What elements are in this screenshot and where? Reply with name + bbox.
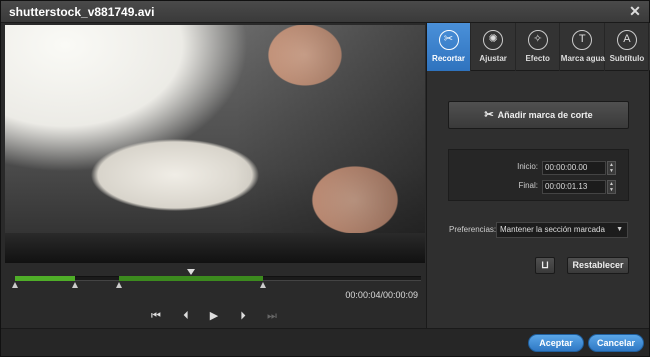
end-label: Final: xyxy=(518,181,538,190)
cut-marker[interactable] xyxy=(260,282,266,288)
title-bar: shutterstock_v881749.avi ✕ xyxy=(1,1,649,23)
tab-ajustar[interactable]: ✺ Ajustar xyxy=(472,23,516,71)
timecode: 00:00:04/00:00:09 xyxy=(345,290,418,300)
trim-window: shutterstock_v881749.avi ✕ 00:00:04/00:0… xyxy=(0,0,650,357)
edit-tabs: ✂ Recortar ✺ Ajustar ✧ Efecto T Marca agua A Subt… xyxy=(427,23,650,71)
playback-controls: ⏮ ⏴ ▶ ⏵ ⏭ xyxy=(1,306,426,328)
time-range-box: Inicio: 00:00:00.00 ▲ ▼ Final: 00:00:01.1… xyxy=(448,149,629,201)
video-bottom xyxy=(5,233,425,263)
accept-button[interactable]: Aceptar xyxy=(528,334,584,352)
kept-segment xyxy=(119,276,263,281)
preferences-value: Mantener la sección marcada xyxy=(500,225,605,234)
scissors-plus-icon: ✂ xyxy=(484,109,494,121)
tab-label: Recortar xyxy=(432,54,465,63)
split-icon: ⊔ xyxy=(541,260,549,271)
tab-label: Subtítulo xyxy=(609,54,645,63)
tab-label: Ajustar xyxy=(479,54,507,63)
cancel-button[interactable]: Cancelar xyxy=(588,334,644,352)
video-preview xyxy=(5,25,425,263)
step-forward-icon[interactable]: ⏵ xyxy=(234,308,252,324)
player-panel: 00:00:04/00:00:09 ⏮ ⏴ ▶ ⏵ ⏭ xyxy=(1,23,426,328)
playhead[interactable] xyxy=(187,269,195,275)
end-time-input[interactable]: 00:00:01.13 xyxy=(542,180,606,194)
cut-marker[interactable] xyxy=(12,282,18,288)
adjust-icon: ✺ xyxy=(483,30,504,50)
cut-marker[interactable] xyxy=(72,282,78,288)
wand-icon: ✧ xyxy=(527,30,548,50)
reset-button[interactable]: Restablecer xyxy=(567,257,629,274)
tab-label: Efecto xyxy=(525,54,550,63)
watermark-icon: T xyxy=(572,30,593,50)
play-icon[interactable]: ▶ xyxy=(205,308,223,324)
edit-panel: ✂ Recortar ✺ Ajustar ✧ Efecto T Marca agua A Subt… xyxy=(426,23,650,328)
tab-efecto[interactable]: ✧ Efecto xyxy=(516,23,561,71)
split-icon-button[interactable]: ⊔ xyxy=(535,257,555,274)
cut-marker[interactable] xyxy=(116,282,122,288)
add-cut-mark-button[interactable]: ✂ Añadir marca de corte xyxy=(448,101,629,129)
end-row: Final: 00:00:01.13 ▲ ▼ xyxy=(449,180,630,194)
tab-label: Marca agua xyxy=(560,54,605,63)
step-back-icon[interactable]: ⏴ xyxy=(177,308,195,324)
chevron-down-icon: ▼ xyxy=(616,226,623,233)
add-cut-mark-label: Añadir marca de corte xyxy=(497,110,593,120)
subtitle-icon: A xyxy=(616,30,637,50)
start-label: Inicio: xyxy=(517,162,538,171)
tab-recortar[interactable]: ✂ Recortar xyxy=(427,23,471,71)
skip-back-icon[interactable]: ⏮ xyxy=(147,308,165,324)
tab-marca-agua[interactable]: T Marca agua xyxy=(561,23,605,71)
skip-forward-icon[interactable]: ⏭ xyxy=(263,308,281,324)
scissors-icon: ✂ xyxy=(438,30,459,50)
kept-segment xyxy=(15,276,75,281)
window-title: shutterstock_v881749.avi xyxy=(9,5,155,19)
video-shade xyxy=(235,25,425,263)
preferences-select[interactable]: Mantener la sección marcada ▼ xyxy=(496,222,628,238)
tab-subtítulo[interactable]: A Subtítulo xyxy=(605,23,650,71)
close-icon[interactable]: ✕ xyxy=(627,3,643,19)
start-time-spinner[interactable]: ▲ ▼ xyxy=(607,161,616,175)
dialog-footer: Aceptar Cancelar xyxy=(1,328,649,356)
end-time-spinner[interactable]: ▲ ▼ xyxy=(607,180,616,194)
preferences-label: Preferencias: xyxy=(449,225,497,234)
start-time-input[interactable]: 00:00:00.00 xyxy=(542,161,606,175)
start-row: Inicio: 00:00:00.00 ▲ ▼ xyxy=(449,161,630,175)
trim-timeline[interactable] xyxy=(9,269,421,290)
